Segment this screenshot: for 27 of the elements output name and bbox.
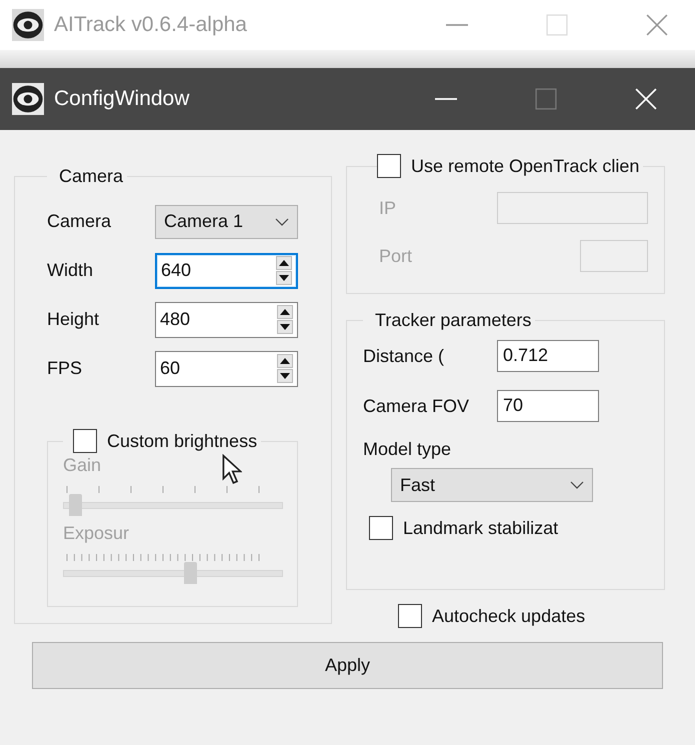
- apply-button[interactable]: Apply: [32, 642, 663, 689]
- checkbox-label: Landmark stabilizat: [403, 518, 558, 538]
- window-title: ConfigWindow: [54, 87, 190, 111]
- dropdown[interactable]: Fast: [391, 468, 593, 502]
- field-label: Camera FOV: [363, 396, 470, 416]
- spin-box[interactable]: 480: [155, 302, 298, 338]
- field-label: Port: [379, 246, 412, 266]
- window-title: AITrack v0.6.4-alpha: [54, 13, 247, 37]
- checkbox-label: Custom brightness: [107, 430, 258, 452]
- slider-label: Exposur: [63, 523, 130, 544]
- field-label: Camera: [47, 211, 112, 232]
- field-label: Width: [47, 260, 94, 281]
- spin-box[interactable]: 640: [155, 252, 298, 288]
- field-label: FPS: [47, 358, 84, 379]
- checkbox-label: Autocheck updates: [432, 606, 586, 626]
- spin-box[interactable]: 60: [155, 350, 298, 386]
- field-label: Model type: [363, 439, 452, 460]
- field-label: Distance (: [363, 346, 446, 366]
- group-title: Camera: [59, 166, 124, 186]
- field-label: Height: [47, 309, 100, 330]
- field-label: IP: [379, 198, 396, 218]
- group-title: Tracker parameters: [375, 310, 532, 330]
- checkbox-label: Use remote OpenTrack clien: [411, 156, 640, 176]
- input-field[interactable]: 0.712: [497, 340, 599, 372]
- dropdown[interactable]: Camera 1: [155, 204, 298, 238]
- slider-label: Gain: [63, 455, 102, 476]
- input-field[interactable]: 70: [497, 390, 599, 422]
